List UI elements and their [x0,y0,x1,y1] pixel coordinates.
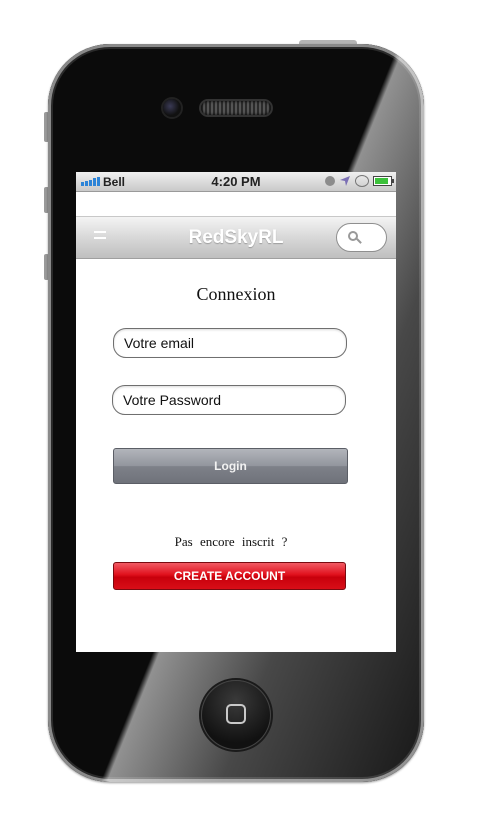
location-arrow-icon [340,176,350,186]
front-camera [163,99,181,117]
home-button[interactable] [201,680,271,750]
password-input[interactable] [123,392,333,408]
phone-screen: Bell 4:20 PM RedSkyRL Connexion Login Pa… [76,172,396,652]
rotation-lock-icon [355,175,369,187]
signup-prompt: Pas encore inscrit ? [174,534,288,549]
email-field[interactable] [113,328,347,358]
battery-icon [373,176,394,186]
password-field[interactable] [112,385,346,415]
search-button[interactable] [336,223,387,252]
clock-icon [325,176,335,186]
login-button[interactable]: Login [113,448,348,484]
home-square-icon [226,704,246,724]
email-input[interactable] [124,335,334,351]
status-icons [325,175,394,187]
status-bar: Bell 4:20 PM [76,172,396,192]
search-icon-handle [356,238,362,244]
earpiece-speaker [201,101,271,115]
login-title: Connexion [196,284,276,304]
create-account-button[interactable]: CREATE ACCOUNT [113,562,346,590]
app-header: RedSkyRL [76,216,396,259]
